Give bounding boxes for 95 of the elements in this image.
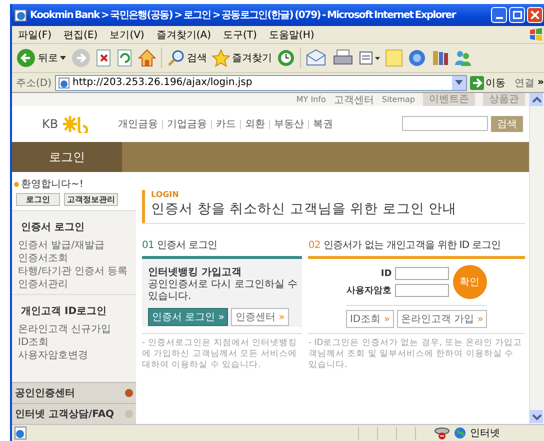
search-button[interactable]: 검색 [167,49,207,67]
minimize-icon [496,17,502,19]
nav-link[interactable]: 부동산 [274,117,304,131]
privacy-icon [434,426,450,440]
bullet-icon [14,182,19,186]
menu-item[interactable]: 도움말(H) [268,28,314,42]
scroll-up-button[interactable] [530,93,544,107]
link-button[interactable]: ID조회 » [346,310,394,328]
favorites-button[interactable]: 즐겨찾기 [212,49,272,67]
sidebar-heading: 개인고객 ID로그인 [20,305,108,319]
dropdown-icon[interactable] [454,80,463,85]
caret-icon [60,56,66,60]
maximize-icon [512,11,522,19]
minimize-button[interactable] [491,7,507,23]
sidebar-link[interactable]: 인증서관리 [15,278,136,291]
globe-button[interactable] [408,49,426,67]
zone-label: 인터넷 [470,427,500,440]
maximize-button[interactable] [509,7,525,23]
utility-link[interactable]: MY Info [296,95,326,104]
note-text: - ID로그인은 인증서가 없는 경우, 또는 온라인 가입고객님께서 조회 및 일부서비스에 한하여 이용하실 수 있습니다. [308,333,525,371]
eyebrow-label: LOGIN [151,190,180,199]
menu-label: 공인인증센터 [15,387,75,400]
panel-text: 공인인증서로 다시 로그인하실 수 있습니다. [148,279,299,303]
go-button[interactable]: 이동 [470,76,506,90]
headline: 인증서 창을 취소하신 고객님을 위한 로그인 안내 [151,200,458,219]
page-icon [14,8,28,22]
sidebar-menu-item[interactable]: 공인인증센터 [12,382,136,403]
sidebar-heading: 인증서 로그인 [20,221,86,235]
sidebar-link[interactable]: 인증서 발급/재발급 [15,239,136,252]
star-icon [212,49,230,67]
panel-heading: 인터넷뱅킹 가입고객 [148,266,242,279]
people-button[interactable] [454,49,472,67]
edit-button[interactable] [358,49,380,67]
utility-link[interactable]: Sitemap [382,95,415,104]
search-icon [167,49,185,67]
refresh-button[interactable] [117,49,133,67]
sidebar-menu-item[interactable]: 인터넷 고객상담/FAQ [12,403,136,424]
nav-link[interactable]: 기업금융 [167,117,208,131]
welcome-text: 환영합니다~! [21,178,84,191]
nav-link[interactable]: 복권 [313,117,334,131]
window-title: Kookmin Bank > 국민은행(공동) > 로그인 > 공동로그인(한글) (079) - Microsoft Internet Explorer [30,9,458,22]
sidebar-link[interactable]: 온라인고객 신규가입 [15,323,136,336]
more-chevron[interactable]: » [538,77,544,88]
section-title: 인증서가 없는 개인고객을 위한 ID 로그인 [323,239,501,252]
sidebar-link[interactable]: 인증서조회 [15,252,136,265]
globe-icon [454,427,466,439]
scroll-down-button[interactable] [530,410,544,424]
page-title: 로그인 [12,142,122,172]
address-field[interactable]: http://203.253.26.196/ajax/login.jsp [54,74,467,90]
link-button[interactable]: 온라인고객 가입 » [396,310,488,328]
section-number: 01 [142,240,154,251]
id-field[interactable] [394,267,449,280]
section-number: 02 [308,240,320,251]
stop-button[interactable] [96,49,112,67]
password-label: 사용자암호 [346,285,392,297]
id-label: ID [380,268,392,278]
books-button[interactable] [431,49,449,67]
search-field[interactable] [402,116,488,131]
history-button[interactable] [277,49,295,67]
menu-item[interactable]: 즐겨찾기(A) [156,28,211,42]
page-icon [58,76,70,88]
menu-item[interactable]: 편집(E) [64,28,98,42]
section-title: 인증서 로그인 [156,239,218,252]
close-button[interactable] [527,7,543,23]
link-button[interactable]: 인증센터 » [231,308,289,326]
menu-item[interactable]: 보기(V) [110,28,144,42]
page-icon [14,426,28,440]
back-button[interactable]: 뒤로 [16,48,66,68]
nav-link[interactable]: 외환 [245,117,266,131]
nav-link[interactable]: 카드 [216,117,236,131]
account-button[interactable]: 고객정보관리 [64,193,118,206]
url-text: http://203.253.26.196/ajax/login.jsp [72,77,254,88]
mail-button[interactable] [306,49,328,67]
menu-label: 인터넷 고객상담/FAQ [15,408,114,421]
sidebar-link[interactable]: 사용자암호변경 [15,349,136,362]
menu-item[interactable]: 도구(T) [223,28,257,42]
link-button[interactable]: 인증서 로그인 » [148,308,228,326]
bank-logo-text[interactable]: KB [42,117,58,131]
links-label[interactable]: 연결 [514,76,535,90]
utility-link[interactable]: 고객센터 [334,93,374,106]
close-icon [531,11,539,19]
star-logo-icon [62,115,88,133]
sidebar-link[interactable]: 타행/타기관 인증서 등록 [15,265,136,278]
password-field[interactable] [394,284,449,297]
login-button[interactable]: 로그인 [16,193,60,206]
windows-logo-icon [528,26,544,42]
nav-link[interactable]: 개인금융 [118,117,158,131]
print-button[interactable] [333,49,353,67]
home-button[interactable] [138,49,156,67]
menu-item[interactable]: 파일(F) [18,28,52,42]
address-label: 주소(D) [16,76,52,90]
note-text: - 인증서로그인은 지점에서 인터넷뱅킹에 가입하신 고객님께서 모든 서비스에 대하여 이용하실 수 있습니다. [142,333,302,371]
arrow-icon [470,76,484,90]
sidebar-link[interactable]: ID조회 [15,336,136,349]
scrollbar[interactable] [529,93,544,424]
